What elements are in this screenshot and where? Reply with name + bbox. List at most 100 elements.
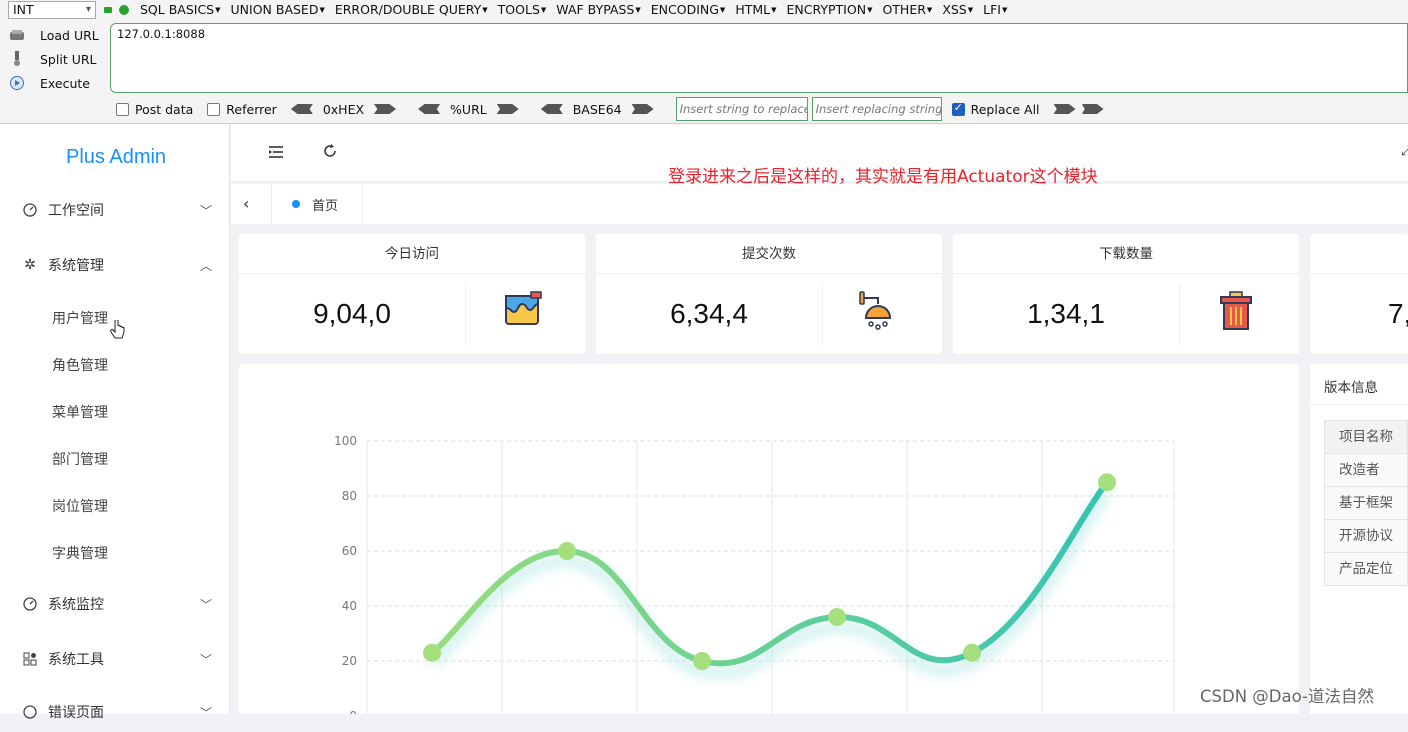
- tab-home[interactable]: 首页: [271, 184, 363, 224]
- dropdown-arrow-icon: ▼: [771, 6, 777, 14]
- shower-icon: [859, 291, 892, 330]
- table-cell: 改造者: [1324, 453, 1408, 487]
- csdn-watermark: CSDN @Dao-道法自然: [1200, 687, 1374, 706]
- data-point[interactable]: [423, 643, 441, 662]
- stat-value: 1,34,1: [1027, 298, 1105, 329]
- chevron-left-icon[interactable]: ‹: [243, 194, 249, 213]
- nav-group-workspace[interactable]: 工作空间 ﹀: [0, 190, 230, 230]
- nav-item-dictionary[interactable]: 字典管理: [52, 543, 108, 563]
- hackbar-options: Post data Referrer 0xHEX %URL BASE64 Ins…: [116, 97, 1104, 121]
- menu-encoding[interactable]: ENCODING▼: [651, 2, 726, 17]
- encode-arrow-icon[interactable]: [631, 104, 654, 114]
- data-point[interactable]: [558, 542, 576, 560]
- nav-item-posts[interactable]: 岗位管理: [52, 496, 108, 516]
- tab-home-label: 首页: [312, 198, 339, 214]
- replace-all-checkbox[interactable]: Replace All: [951, 101, 1040, 117]
- stat-value: 7,: [1388, 298, 1408, 329]
- nav-group-error-pages[interactable]: 错误页面 ﹀: [0, 692, 230, 732]
- stat-title: [1310, 234, 1408, 274]
- dropdown-arrow-icon: ▼: [719, 6, 726, 14]
- stat-title: 今日访问: [239, 234, 585, 274]
- hackbar-actions: Load URL Split URL Execute: [8, 23, 108, 95]
- execute-button[interactable]: Execute: [8, 71, 108, 95]
- checkbox-box: [207, 102, 221, 116]
- menu-xss[interactable]: XSS▼: [942, 2, 973, 17]
- stat-title: 下载数量: [953, 234, 1299, 274]
- insert-string-input[interactable]: Insert string to replace: [675, 97, 808, 121]
- refresh-icon[interactable]: [322, 143, 338, 163]
- replace-arrow-icon[interactable]: [1053, 104, 1076, 114]
- menu-encryption[interactable]: ENCRYPTION▼: [787, 2, 873, 17]
- referrer-checkbox[interactable]: Referrer: [207, 102, 277, 117]
- menu-label: XSS: [942, 2, 967, 17]
- dropdown-arrow-icon: ▼: [319, 6, 325, 14]
- replace-all-label: Replace All: [970, 101, 1040, 117]
- menu-union-based[interactable]: UNION BASED▼: [231, 2, 325, 17]
- injection-type-select[interactable]: INT ▾: [8, 1, 96, 19]
- table-row: 改造者: [1324, 453, 1408, 487]
- checkbox-box: [951, 101, 965, 116]
- dashboard-icon: [22, 202, 38, 218]
- data-point[interactable]: [963, 643, 981, 662]
- app-logo[interactable]: Plus Admin: [66, 146, 166, 169]
- menu-lfi[interactable]: LFI▼: [983, 2, 1007, 17]
- menu-label: HTML: [735, 2, 771, 17]
- post-data-checkbox[interactable]: Post data: [116, 102, 193, 117]
- nav-group-system[interactable]: ✲ 系统管理 ︿: [0, 245, 230, 285]
- fullscreen-icon[interactable]: ⤢: [1401, 144, 1408, 159]
- menu-label: LFI: [983, 2, 1001, 17]
- menu-error-double-query[interactable]: ERROR/DOUBLE QUERY▼: [335, 2, 488, 17]
- menu-label: ENCRYPTION: [786, 2, 867, 17]
- data-point[interactable]: [693, 652, 711, 670]
- nav-item-users[interactable]: 用户管理: [52, 308, 108, 328]
- nav-item-menus[interactable]: 菜单管理: [52, 402, 108, 422]
- data-point[interactable]: [828, 608, 846, 626]
- table-cell: 产品定位: [1324, 552, 1408, 586]
- menu-waf-bypass[interactable]: WAF BYPASS▼: [556, 2, 640, 17]
- url-encode-label: %URL: [450, 101, 487, 117]
- stat-value: 9,04,0: [313, 298, 391, 329]
- execute-label: Execute: [40, 75, 90, 91]
- nav-item-departments[interactable]: 部门管理: [52, 449, 108, 469]
- warning-icon: [22, 704, 38, 720]
- minus-icon[interactable]: [104, 7, 112, 13]
- encode-arrow-icon[interactable]: [496, 104, 519, 114]
- replace-reverse-arrow-icon[interactable]: [1081, 104, 1104, 114]
- menu-tools[interactable]: TOOLS▼: [498, 2, 547, 17]
- collapse-menu-icon[interactable]: [268, 144, 284, 163]
- nav-group-tools[interactable]: 系统工具 ﹀: [0, 639, 230, 679]
- dropdown-arrow-icon: ▼: [867, 6, 873, 14]
- menu-sql-basics[interactable]: SQL BASICS▼: [140, 2, 221, 17]
- menu-other[interactable]: OTHER▼: [882, 2, 932, 17]
- plus-icon[interactable]: [119, 5, 129, 15]
- base64-label: BASE64: [572, 101, 622, 117]
- nav-group-monitor[interactable]: 系统监控 ﹀: [0, 584, 230, 624]
- gear-icon: ✲: [24, 257, 36, 273]
- hex-label: 0xHEX: [322, 101, 365, 117]
- split-url-button[interactable]: Split URL: [8, 47, 108, 71]
- nav-item-roles[interactable]: 角色管理: [52, 355, 108, 375]
- version-info-panel: 版本信息 项目名称 改造者 基于框架 开源协议 产品定位: [1310, 364, 1408, 714]
- tab-bar: ‹ 首页: [231, 184, 1408, 224]
- split-url-label: Split URL: [40, 51, 97, 67]
- play-icon: [8, 75, 26, 91]
- checkbox-box: [116, 102, 129, 116]
- replacing-string-input[interactable]: Insert replacing string: [811, 97, 942, 121]
- decode-arrow-icon[interactable]: [540, 104, 563, 114]
- menu-html[interactable]: HTML▼: [735, 2, 776, 17]
- paint-bucket-icon: [505, 291, 542, 325]
- stat-divider: [822, 284, 823, 346]
- data-point[interactable]: [1098, 473, 1116, 492]
- y-tick-label: 100: [334, 434, 357, 448]
- decode-arrow-icon[interactable]: [418, 104, 441, 114]
- load-url-button[interactable]: Load URL: [8, 23, 108, 47]
- stat-title: 提交次数: [596, 234, 942, 274]
- referrer-label: Referrer: [226, 101, 277, 117]
- y-tick-label: 0: [349, 709, 357, 714]
- dropdown-arrow-icon: ▼: [967, 6, 974, 14]
- encode-arrow-icon[interactable]: [374, 104, 397, 114]
- url-textarea[interactable]: 127.0.0.1:8088: [110, 23, 1408, 93]
- decode-arrow-icon[interactable]: [290, 104, 313, 114]
- trash-bin-icon: [1220, 291, 1252, 330]
- nav-group-label: 工作空间: [48, 203, 104, 219]
